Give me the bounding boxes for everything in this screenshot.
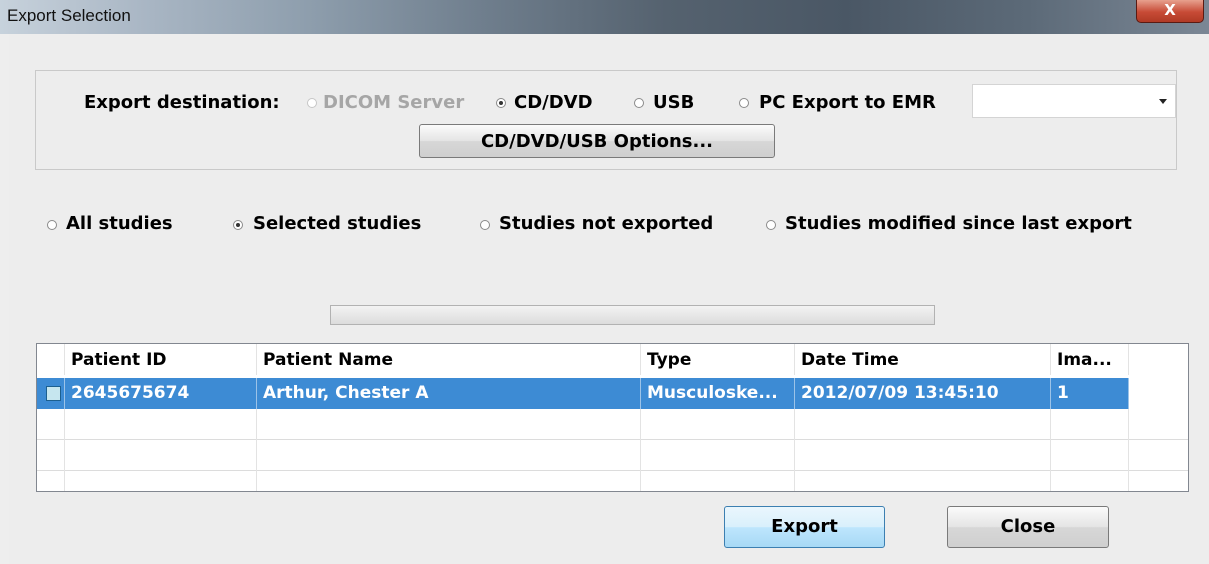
radio-all-studies-label[interactable]: All studies	[66, 213, 173, 234]
empty-cell	[1051, 471, 1129, 491]
empty-cell	[257, 440, 641, 471]
radio-cd-dvd[interactable]	[496, 98, 506, 108]
empty-cell	[641, 409, 795, 440]
column-header-check	[37, 344, 65, 375]
cell-patient-id: 2645675674	[65, 378, 257, 409]
row-checkbox[interactable]	[46, 386, 61, 401]
empty-cell	[795, 471, 1051, 491]
table-row-empty	[37, 440, 1188, 471]
cell-images: 1	[1051, 378, 1129, 409]
table-header: Patient ID Patient Name Type Date Time I…	[37, 344, 1188, 375]
close-button[interactable]: Close	[947, 506, 1109, 548]
radio-all-studies[interactable]	[47, 220, 57, 230]
table-row-empty	[37, 471, 1188, 491]
column-header-images[interactable]: Ima...	[1051, 344, 1129, 375]
empty-cell	[795, 440, 1051, 471]
export-destination-label: Export destination:	[84, 92, 280, 113]
table-row-empty	[37, 409, 1188, 440]
cell-date-time: 2012/07/09 13:45:10	[795, 378, 1051, 409]
empty-cell	[65, 471, 257, 491]
radio-selected-studies-label[interactable]: Selected studies	[253, 213, 421, 234]
export-progress-bar	[330, 305, 935, 325]
cell-type: Musculoske...	[641, 378, 795, 409]
radio-studies-modified[interactable]	[766, 220, 776, 230]
empty-cell	[37, 471, 65, 491]
radio-studies-not-exported[interactable]	[480, 220, 490, 230]
cell-patient-name: Arthur, Chester A	[257, 378, 641, 409]
column-header-patient-id[interactable]: Patient ID	[65, 344, 257, 375]
radio-dicom-server-label: DICOM Server	[323, 92, 465, 113]
radio-cd-dvd-label[interactable]: CD/DVD	[514, 92, 593, 113]
empty-cell	[1051, 409, 1129, 440]
radio-pc-export-emr[interactable]	[739, 98, 749, 108]
empty-cell	[37, 440, 65, 471]
empty-cell	[795, 409, 1051, 440]
chevron-down-icon[interactable]	[1159, 99, 1167, 104]
radio-pc-export-emr-label[interactable]: PC Export to EMR	[759, 92, 936, 113]
table-row[interactable]: 2645675674 Arthur, Chester A Musculoske.…	[37, 378, 1129, 409]
studies-table: Patient ID Patient Name Type Date Time I…	[36, 343, 1189, 492]
radio-studies-modified-label[interactable]: Studies modified since last export	[785, 213, 1132, 234]
empty-cell	[65, 440, 257, 471]
empty-cell	[257, 471, 641, 491]
empty-cell	[1051, 440, 1129, 471]
emr-target-dropdown[interactable]	[972, 84, 1176, 118]
radio-usb-label[interactable]: USB	[653, 92, 694, 113]
title-bar: Export Selection X	[0, 0, 1209, 34]
empty-cell	[257, 409, 641, 440]
empty-cell	[641, 471, 795, 491]
empty-cell	[641, 440, 795, 471]
cd-dvd-usb-options-button[interactable]: CD/DVD/USB Options...	[419, 124, 775, 158]
radio-dicom-server	[307, 98, 317, 108]
empty-cell	[65, 409, 257, 440]
window-close-button[interactable]: X	[1136, 0, 1204, 23]
column-header-type[interactable]: Type	[641, 344, 795, 375]
radio-studies-not-exported-label[interactable]: Studies not exported	[499, 213, 713, 234]
window-left-border	[0, 34, 9, 564]
window-title: Export Selection	[7, 6, 131, 25]
export-button[interactable]: Export	[724, 506, 885, 548]
radio-usb[interactable]	[634, 98, 644, 108]
empty-cell	[37, 409, 65, 440]
radio-selected-studies[interactable]	[233, 220, 243, 230]
column-header-patient-name[interactable]: Patient Name	[257, 344, 641, 375]
column-header-date-time[interactable]: Date Time	[795, 344, 1051, 375]
